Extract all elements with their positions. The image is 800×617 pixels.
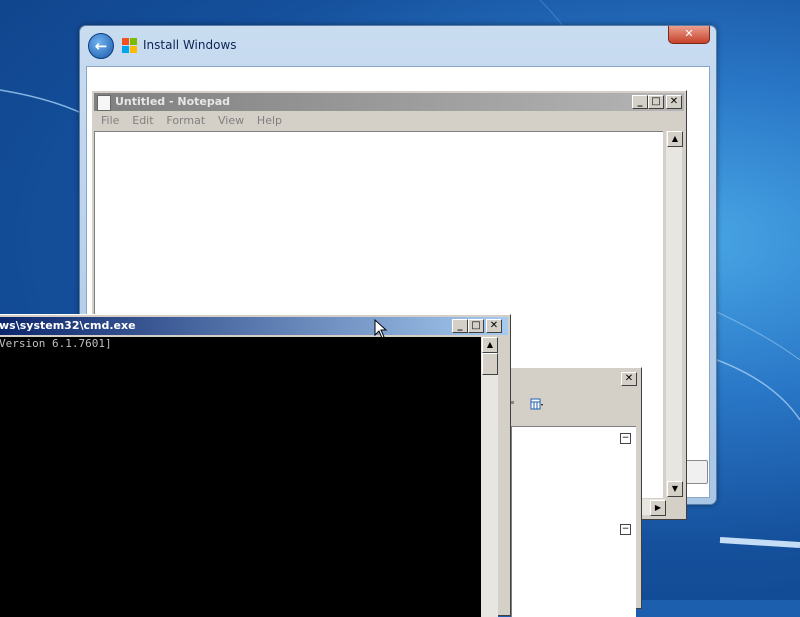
collapse-icon[interactable]: − bbox=[620, 524, 631, 535]
cmd-titlebar[interactable]: ws\system32\cmd.exe _ □ ✕ bbox=[0, 317, 508, 335]
cmd-maximize-button[interactable]: □ bbox=[468, 319, 484, 333]
notepad-minimize-button[interactable]: _ bbox=[632, 95, 648, 109]
view-options-icon[interactable] bbox=[511, 398, 543, 412]
mouse-pointer-icon bbox=[374, 319, 388, 339]
install-close-button[interactable]: ✕ bbox=[668, 26, 710, 44]
notepad-titlebar[interactable]: Untitled - Notepad _ □ ✕ bbox=[94, 93, 684, 111]
menu-edit[interactable]: Edit bbox=[130, 112, 155, 130]
notepad-icon bbox=[97, 95, 111, 111]
scroll-thumb[interactable] bbox=[482, 353, 498, 375]
install-titlebar: ← Install Windows ✕ bbox=[80, 26, 716, 64]
cmd-title: ws\system32\cmd.exe bbox=[0, 319, 136, 332]
back-arrow-icon[interactable]: ← bbox=[88, 33, 114, 59]
cmd-close-button[interactable]: ✕ bbox=[486, 319, 502, 333]
notepad-close-button[interactable]: ✕ bbox=[666, 95, 682, 109]
cmd-minimize-button[interactable]: _ bbox=[452, 319, 468, 333]
install-window-title: Install Windows bbox=[143, 38, 237, 52]
dialog-tree-list[interactable]: − − bbox=[511, 426, 636, 617]
cmd-console-output[interactable]: Version 6.1.7601] bbox=[0, 337, 481, 617]
cmd-window: ws\system32\cmd.exe _ □ ✕ Version 6.1.76… bbox=[0, 314, 511, 617]
scroll-up-icon[interactable]: ▲ bbox=[667, 131, 683, 147]
dialog-close-button[interactable]: ✕ bbox=[621, 372, 637, 386]
scroll-up-icon[interactable]: ▲ bbox=[482, 337, 498, 353]
console-line: Version 6.1.7601] bbox=[0, 337, 112, 350]
menu-file[interactable]: File bbox=[99, 112, 121, 130]
scroll-down-icon[interactable]: ▼ bbox=[667, 481, 683, 497]
menu-format[interactable]: Format bbox=[164, 112, 207, 130]
windows-logo-icon bbox=[122, 38, 137, 53]
collapse-icon[interactable]: − bbox=[620, 433, 631, 444]
cmd-vertical-scrollbar[interactable]: ▲ bbox=[481, 337, 498, 617]
notepad-vertical-scrollbar[interactable]: ▲ ▼ bbox=[666, 131, 683, 497]
scroll-right-icon[interactable]: ▶ bbox=[650, 500, 666, 516]
notepad-title: Untitled - Notepad bbox=[115, 95, 231, 108]
menu-view[interactable]: View bbox=[216, 112, 246, 130]
notepad-menubar: File Edit Format View Help bbox=[94, 112, 684, 130]
menu-help[interactable]: Help bbox=[255, 112, 284, 130]
notepad-maximize-button[interactable]: □ bbox=[648, 95, 664, 109]
